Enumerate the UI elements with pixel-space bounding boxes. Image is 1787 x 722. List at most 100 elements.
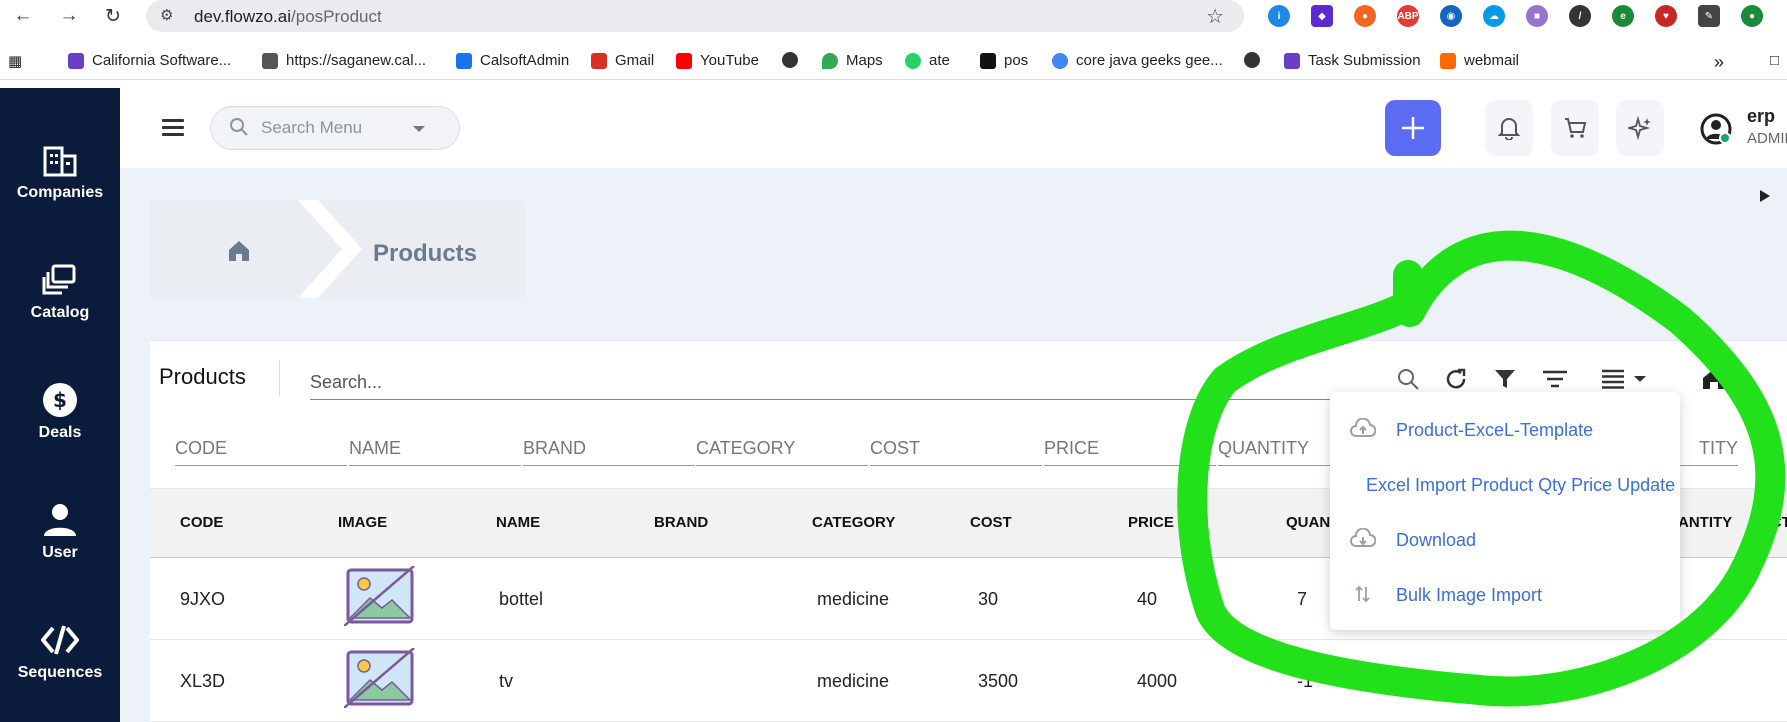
filter-name[interactable]: NAME (349, 438, 521, 466)
chevron-down-icon[interactable] (413, 126, 425, 132)
menu-item-download[interactable]: Download (1330, 520, 1680, 560)
bookmark-item[interactable]: Gmail (591, 52, 654, 69)
bookmark-item[interactable]: California Software... (68, 52, 231, 69)
cell-price: 4000 (1137, 671, 1178, 691)
sidebar-item-user[interactable]: User (0, 448, 120, 568)
cart-button[interactable] (1551, 100, 1599, 156)
home-icon[interactable] (226, 238, 252, 264)
filter-category[interactable]: CATEGORY (696, 438, 868, 466)
extension-icon[interactable]: ● (1741, 5, 1763, 27)
bookmark-favicon (905, 52, 921, 69)
bookmark-item[interactable]: YouTube (676, 52, 759, 69)
bookmark-item[interactable]: webmail (1440, 52, 1519, 69)
page-title: Products (373, 240, 478, 267)
bookmark-favicon (262, 52, 278, 69)
extension-icon[interactable]: ◆ (1311, 5, 1333, 27)
ai-sparkle-button[interactable] (1616, 100, 1664, 156)
bookmark-item[interactable] (1244, 52, 1260, 68)
plus-icon (1402, 117, 1424, 139)
bookmark-item[interactable]: Task Submission (1284, 52, 1421, 69)
filter-cost[interactable]: COST (870, 438, 1042, 466)
filter-price[interactable]: PRICE (1044, 438, 1216, 466)
reload-icon[interactable]: ↻ (100, 3, 126, 29)
extension-icon[interactable]: ☁ (1483, 5, 1505, 27)
column-header-code[interactable]: CODE (180, 514, 223, 531)
column-header-quantity-2[interactable]: ANTITY (1678, 514, 1732, 531)
menu-item-bulk-image-import[interactable]: Bulk Image Import (1330, 575, 1680, 615)
column-header-cost[interactable]: COST (970, 514, 1012, 531)
column-header-name[interactable]: NAME (496, 514, 540, 531)
extension-icon[interactable]: ■ (1526, 5, 1548, 27)
address-bar[interactable]: ⚙ dev.flowzo.ai/posProduct ☆ (146, 0, 1244, 32)
column-header-quantity[interactable]: QUAN (1286, 514, 1330, 531)
search-icon[interactable] (1395, 366, 1421, 392)
bookmark-item[interactable]: ate (905, 52, 950, 69)
avatar[interactable] (1700, 113, 1732, 145)
site-info-icon[interactable]: ⚙ (160, 6, 173, 24)
bookmark-item[interactable]: https://saganew.cal... (262, 52, 426, 69)
sidebar-item-companies[interactable]: Companies (0, 88, 120, 208)
puzzle-icon[interactable]: ✎ (1698, 5, 1720, 27)
extension-icon[interactable]: ♥ (1655, 5, 1677, 27)
sort-lines-icon[interactable] (1542, 366, 1568, 392)
sidebar-item-sequences[interactable]: Sequences (0, 568, 120, 688)
home-menu-button[interactable] (1702, 366, 1750, 392)
adblock-icon[interactable]: ABP (1397, 5, 1419, 27)
search-menu-placeholder: Search Menu (261, 118, 363, 137)
cloud-upload-icon (1350, 418, 1376, 437)
bookmarks-overflow[interactable]: » (1714, 52, 1724, 73)
deals-icon: $ (40, 380, 80, 420)
hamburger-menu-icon[interactable] (160, 116, 188, 140)
apps-grid-icon[interactable]: ▦ (8, 52, 22, 70)
bookmark-item[interactable]: core java geeks gee... (1052, 52, 1223, 69)
add-button[interactable] (1385, 100, 1441, 156)
sidebar-item-deals[interactable]: $ Deals (0, 328, 120, 448)
products-card-title: Products (159, 364, 246, 389)
bookmark-star-icon[interactable]: ☆ (1206, 4, 1224, 29)
extension-icon[interactable]: ● (1354, 5, 1376, 27)
play-arrow-icon[interactable] (1760, 190, 1770, 202)
menu-item-label: Excel Import Product Qty Price Update (1366, 475, 1676, 495)
sidebar-item-label: User (42, 544, 78, 561)
bookmark-item[interactable] (782, 52, 798, 68)
extension-icon[interactable]: ◉ (1440, 5, 1462, 27)
column-header-image[interactable]: IMAGE (338, 514, 387, 531)
menu-item-label: Download (1396, 530, 1477, 550)
sidebar-item-label: Deals (38, 424, 82, 441)
refresh-icon[interactable] (1443, 366, 1469, 392)
cell-code: 9JXO (180, 589, 226, 609)
column-header-brand[interactable]: BRAND (654, 514, 708, 531)
cell-quantity: 7 (1297, 589, 1308, 609)
sync-icon[interactable] (1756, 430, 1787, 456)
sequences-icon (40, 620, 80, 660)
cart-icon (1565, 118, 1587, 138)
menu-item-excel-import-qty-price[interactable]: Excel Import Product Qty Price Update (1330, 465, 1680, 505)
column-menu-button[interactable] (1602, 366, 1650, 392)
swap-vertical-icon (1355, 585, 1370, 603)
sidebar-item-catalog[interactable]: Catalog (0, 208, 120, 328)
products-search-input[interactable]: Search... (310, 372, 1350, 400)
cloud-download-icon (1350, 528, 1376, 547)
folder-icon[interactable]: □ (1770, 52, 1787, 69)
svg-text:$: $ (53, 388, 67, 412)
filter-icon[interactable] (1492, 366, 1518, 392)
search-menu-input[interactable]: Search Menu (210, 106, 460, 150)
column-header-action[interactable]: ACT (1760, 514, 1787, 531)
bookmark-item[interactable]: pos (980, 52, 1028, 69)
filter-brand[interactable]: BRAND (523, 438, 695, 466)
filter-code[interactable]: CODE (175, 438, 347, 466)
extension-icon[interactable]: i (1268, 5, 1290, 27)
app-sidebar: Companies Catalog $ Deals User Sequences (0, 88, 120, 722)
notifications-button[interactable] (1485, 100, 1533, 156)
bookmark-item[interactable]: Maps (822, 52, 883, 69)
extension-icon[interactable]: e (1612, 5, 1634, 27)
bookmark-item[interactable]: CalsoftAdmin (456, 52, 569, 69)
menu-item-product-excel-template[interactable]: Product-ExceL-Template (1330, 410, 1680, 450)
column-header-category[interactable]: CATEGORY (812, 514, 895, 531)
column-header-price[interactable]: PRICE (1128, 514, 1174, 531)
eyedropper-icon[interactable]: / (1569, 5, 1591, 27)
back-icon[interactable]: ← (10, 3, 36, 29)
search-icon (230, 118, 248, 136)
forward-icon[interactable]: → (56, 3, 82, 29)
cell-code: XL3D (180, 671, 226, 691)
